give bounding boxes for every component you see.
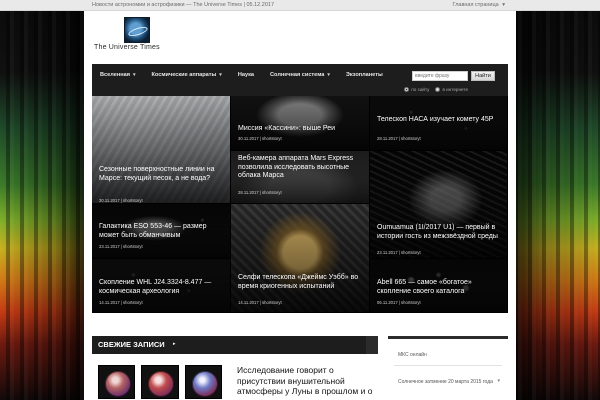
nav-menu: Вселенная ▾ Космические аппараты ▾ Наука… — [92, 64, 391, 86]
post-meta: 28.11.2017 | shortstoryt — [377, 136, 421, 141]
divider — [394, 365, 502, 366]
post-title[interactable]: Миссия «Кассини»: выше Реи — [238, 125, 363, 134]
post-tile[interactable]: Скопление WHL J24.3324-8.477 — космическ… — [92, 259, 231, 313]
post-tile[interactable]: Миссия «Кассини»: выше Реи 30.11.2017 | … — [231, 96, 370, 151]
fresh-post-title[interactable]: Исследование говорит о присутствии внуши… — [237, 365, 373, 397]
tile-overlay — [231, 204, 369, 312]
logo-mark-icon — [124, 17, 150, 43]
post-thumbnail[interactable] — [98, 365, 136, 399]
post-meta: 28.11.2017 | shortstoryt — [238, 190, 282, 195]
post-title[interactable]: Сезонные поверхностные линии на Марсе: т… — [99, 166, 224, 183]
chevron-down-icon: ▾ — [327, 72, 330, 78]
post-title[interactable]: Веб-камера аппарата Mars Express позволи… — [238, 155, 363, 181]
fresh-posts-title: СВЕЖИЕ ЗАПИСИ — [98, 340, 165, 349]
tile-overlay — [370, 151, 507, 258]
fresh-post-thumbnails — [98, 365, 222, 399]
radio-label: по сайту — [411, 86, 430, 92]
post-title[interactable]: Скопление WHL J24.3324-8.477 — космическ… — [99, 279, 224, 296]
post-tile[interactable]: Веб-камера аппарата Mars Express позволи… — [231, 151, 370, 204]
post-meta: 30.11.2017 | shortstoryt — [238, 136, 282, 141]
nav-item-label: Экзопланеты — [345, 72, 383, 78]
site-header: The Universe Times — [84, 11, 516, 63]
sidebar-link-solar-eclipse[interactable]: Солнечное затмение 20 марта 2015 года — [398, 379, 493, 385]
post-title[interactable]: Abell 665 — самое «богатое» скопление св… — [377, 279, 501, 296]
moon-image — [191, 371, 218, 397]
nav-item-label: Космические аппараты — [151, 72, 217, 78]
sidebar-link-iss-online[interactable]: МКС онлайн — [398, 352, 427, 358]
post-meta: 23.11.2017 | shortstoryt — [99, 244, 143, 249]
post-meta: 14.11.2017 | shortstoryt — [238, 300, 282, 305]
post-title[interactable]: Селфи телескопа «Джеймс Уэбб» во время к… — [238, 274, 363, 291]
site-logo[interactable]: The Universe Times — [94, 16, 180, 56]
post-meta: 30.11.2017 | shortstoryt — [99, 198, 143, 203]
fresh-posts-header: СВЕЖИЕ ЗАПИСИ ▸ — [92, 336, 378, 354]
radio-selected-icon — [404, 86, 410, 92]
post-thumbnail[interactable] — [184, 365, 222, 399]
top-bar-home-label: Главная страница — [452, 2, 499, 8]
top-bar: Новости астрономии и астрофизики — The U… — [0, 0, 600, 11]
post-meta: 14.11.2017 | shortstoryt — [99, 300, 143, 305]
featured-posts-grid: Сезонные поверхностные линии на Марсе: т… — [92, 96, 508, 313]
post-tile[interactable]: Сезонные поверхностные линии на Марсе: т… — [92, 96, 231, 204]
post-title[interactable]: Галактика ESO 553-46 — размер может быть… — [99, 223, 224, 240]
nav-item-universe[interactable]: Вселенная ▾ — [92, 64, 144, 86]
post-title[interactable]: Телескоп НАСА изучает комету 45P — [377, 116, 501, 125]
nav-item-exoplanets[interactable]: Экзопланеты — [338, 64, 391, 86]
post-title[interactable]: Oumuamua (1I/2017 U1) — первый в истории… — [377, 224, 501, 241]
fresh-posts: СВЕЖИЕ ЗАПИСИ ▸ Исследование говорит о п… — [92, 336, 378, 400]
moon-image — [148, 371, 175, 397]
nav-item-label: Вселенная — [100, 72, 130, 78]
page-container: The Universe Times Вселенная ▾ Космическ… — [84, 11, 516, 400]
site-search: Найти — [412, 71, 500, 81]
search-scope: по сайту в интернете — [404, 85, 468, 93]
chevron-down-icon: ▾ — [133, 72, 136, 78]
nav-item-science[interactable]: Наука — [230, 64, 262, 86]
sidebar-widget-header — [388, 336, 508, 348]
post-tile[interactable]: Селфи телескопа «Джеймс Уэбб» во время к… — [231, 204, 370, 313]
top-bar-tagline: Новости астрономии и астрофизики — The U… — [92, 2, 275, 8]
post-tile[interactable]: Abell 665 — самое «богатое» скопление св… — [370, 259, 508, 313]
post-tile[interactable]: Oumuamua (1I/2017 U1) — первый в истории… — [370, 151, 508, 259]
chevron-down-icon: ▾ — [502, 2, 505, 8]
radio-label: в интернете — [442, 86, 468, 92]
post-thumbnail[interactable] — [141, 365, 179, 399]
tile-overlay — [231, 96, 369, 150]
search-input[interactable] — [412, 71, 468, 81]
nav-item-solar-system[interactable]: Солнечная система ▾ — [262, 64, 338, 86]
logo-name: The Universe Times — [94, 44, 160, 51]
right-background-streaks — [508, 0, 600, 400]
chevron-down-icon: ▾ — [219, 72, 222, 78]
top-bar-home-link[interactable]: Главная страница ▾ — [453, 2, 505, 8]
nav-item-label: Солнечная система — [270, 72, 325, 78]
post-meta: 23.11.2017 | shortstoryt — [377, 250, 421, 255]
post-tile[interactable]: Галактика ESO 553-46 — размер может быть… — [92, 204, 231, 259]
chevron-right-icon: ▸ — [173, 341, 176, 347]
search-scope-site[interactable]: по сайту — [404, 85, 429, 93]
post-tile[interactable]: Телескоп НАСА изучает комету 45P 28.11.2… — [370, 96, 508, 151]
chevron-down-icon: ▾ — [497, 378, 500, 384]
nav-item-spacecraft[interactable]: Космические аппараты ▾ — [144, 64, 230, 86]
search-button[interactable]: Найти — [471, 71, 495, 81]
search-scope-web[interactable]: в интернете — [435, 85, 468, 93]
sidebar-widget: МКС онлайн Солнечное затмение 20 марта 2… — [388, 336, 508, 400]
main-navigation: Вселенная ▾ Космические аппараты ▾ Наука… — [92, 64, 508, 96]
tile-overlay — [92, 96, 230, 203]
moon-image — [105, 371, 131, 397]
fresh-posts-nav[interactable] — [366, 336, 378, 354]
nav-item-label: Наука — [237, 72, 254, 78]
post-meta: 06.11.2017 | shortstoryt — [377, 300, 421, 305]
radio-unselected-icon — [435, 86, 441, 92]
left-background-streaks — [0, 0, 92, 400]
